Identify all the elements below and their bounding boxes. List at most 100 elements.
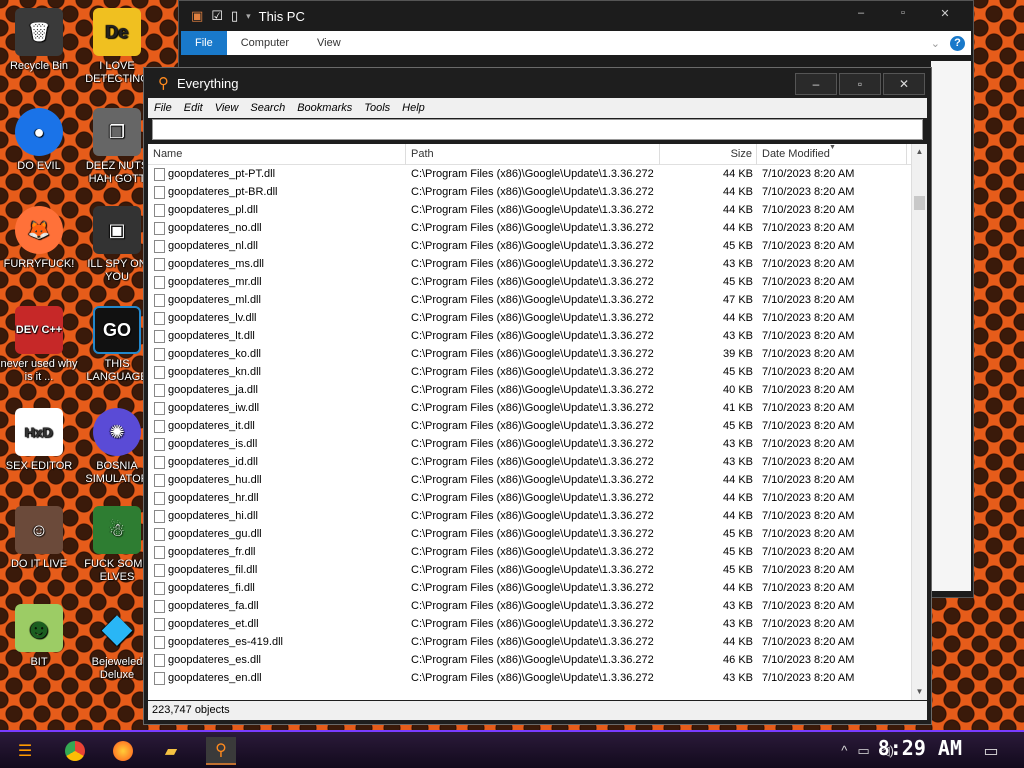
table-row[interactable]: goopdateres_pt-BR.dll C:\Program Files (x… — [148, 183, 927, 201]
cell-path: C:\Program Files (x86)\Google\Update\1.3… — [411, 492, 654, 504]
start-icon[interactable]: ☰ — [10, 737, 40, 765]
cell-name: goopdateres_hu.dll — [168, 474, 262, 486]
table-row[interactable]: goopdateres_fr.dll C:\Program Files (x86)… — [148, 543, 927, 561]
network-icon[interactable]: ▭ — [857, 743, 869, 759]
table-row[interactable]: goopdateres_lv.dll C:\Program Files (x86)… — [148, 309, 927, 327]
table-row[interactable]: goopdateres_it.dll C:\Program Files (x86)… — [148, 417, 927, 435]
menu-tools[interactable]: Tools — [358, 102, 396, 114]
dll-file-icon — [154, 204, 165, 217]
table-row[interactable]: goopdateres_fil.dll C:\Program Files (x86… — [148, 561, 927, 579]
close-button[interactable]: ✕ — [883, 73, 925, 95]
firefox-icon[interactable] — [108, 737, 138, 765]
table-row[interactable]: goopdateres_ms.dll C:\Program Files (x86)… — [148, 255, 927, 273]
desktop-icon-do-it-live[interactable]: ☺ DO IT LIVE — [0, 506, 78, 571]
cell-name: goopdateres_is.dll — [168, 438, 258, 450]
column-header-date-modified[interactable]: Date Modified ▼ — [757, 144, 907, 165]
table-row[interactable]: goopdateres_no.dll C:\Program Files (x86)… — [148, 219, 927, 237]
table-row[interactable]: goopdateres_es.dll C:\Program Files (x86)… — [148, 651, 927, 669]
menu-file[interactable]: File — [148, 102, 178, 114]
tab-file[interactable]: File — [181, 31, 227, 55]
cell-path: C:\Program Files (x86)\Google\Update\1.3… — [411, 168, 654, 180]
chevron-up-icon[interactable]: ^ — [841, 743, 847, 759]
chevron-down-icon[interactable]: ⌄ — [931, 37, 950, 50]
desktop-icon-firefox[interactable]: 🦊 FURRYFUCK! — [0, 206, 78, 271]
table-row[interactable]: goopdateres_en.dll C:\Program Files (x86)… — [148, 669, 927, 687]
file-explorer-icon[interactable]: ▰ — [156, 737, 186, 765]
cell-size: 44 KB — [723, 204, 753, 216]
scroll-down-arrow-icon[interactable]: ▼ — [912, 684, 927, 700]
desktop-icon-label: Recycle Bin — [9, 60, 69, 72]
chrome-icon: ● — [15, 108, 63, 156]
desktop-icon-label: BIT — [30, 656, 48, 668]
cell-size: 45 KB — [723, 240, 753, 252]
table-row[interactable]: goopdateres_hr.dll C:\Program Files (x86)… — [148, 489, 927, 507]
clock[interactable]: 8:29 AM — [878, 736, 962, 760]
table-row[interactable]: goopdateres_hu.dll C:\Program Files (x86)… — [148, 471, 927, 489]
menu-help[interactable]: Help — [396, 102, 431, 114]
menu-bookmarks[interactable]: Bookmarks — [291, 102, 358, 114]
properties-icon[interactable]: ☑ — [211, 8, 223, 24]
new-folder-icon[interactable]: ▯ — [231, 8, 238, 24]
table-row[interactable]: goopdateres_pt-PT.dll C:\Program Files (x… — [148, 165, 927, 183]
table-row[interactable]: goopdateres_kn.dll C:\Program Files (x86)… — [148, 363, 927, 381]
table-row[interactable]: goopdateres_id.dll C:\Program Files (x86)… — [148, 453, 927, 471]
dll-file-icon — [154, 366, 165, 379]
column-header-path[interactable]: Path — [406, 144, 660, 165]
table-row[interactable]: goopdateres_iw.dll C:\Program Files (x86)… — [148, 399, 927, 417]
cell-date-modified: 7/10/2023 8:20 AM — [762, 654, 855, 666]
table-row[interactable]: goopdateres_hi.dll C:\Program Files (x86)… — [148, 507, 927, 525]
desktop-icon-chrome[interactable]: ● DO EVIL — [0, 108, 78, 173]
quick-access-icon[interactable]: ▣ — [191, 8, 203, 24]
portrait-icon: ☺ — [15, 506, 63, 554]
column-header-size[interactable]: Size — [660, 144, 757, 165]
table-row[interactable]: goopdateres_mr.dll C:\Program Files (x86)… — [148, 273, 927, 291]
desktop-icon-devcpp[interactable]: DEV C++ never used why is it ... — [0, 306, 78, 384]
column-header-row: Name Path Size Date Modified ▼ — [148, 144, 927, 165]
explorer-close-button[interactable]: ✕ — [925, 7, 965, 27]
cell-name: goopdateres_fa.dll — [168, 600, 259, 612]
table-row[interactable]: goopdateres_ko.dll C:\Program Files (x86)… — [148, 345, 927, 363]
table-row[interactable]: goopdateres_nl.dll C:\Program Files (x86)… — [148, 237, 927, 255]
table-row[interactable]: goopdateres_fi.dll C:\Program Files (x86)… — [148, 579, 927, 597]
cell-name: goopdateres_en.dll — [168, 672, 262, 684]
table-row[interactable]: goopdateres_is.dll C:\Program Files (x86)… — [148, 435, 927, 453]
explorer-minimize-button[interactable]: – — [841, 7, 881, 27]
table-row[interactable]: goopdateres_fa.dll C:\Program Files (x86)… — [148, 597, 927, 615]
maximize-button[interactable]: ▫ — [839, 73, 881, 95]
desktop-icon-recycle-bin[interactable]: 🗑 Recycle Bin — [0, 8, 78, 73]
chevron-down-icon[interactable]: ▾ — [246, 11, 251, 22]
dll-file-icon — [154, 186, 165, 199]
everything-search-icon[interactable]: ⚲ — [206, 737, 236, 765]
chrome-icon[interactable] — [60, 737, 90, 765]
table-row[interactable]: goopdateres_ml.dll C:\Program Files (x86)… — [148, 291, 927, 309]
scrollbar-thumb[interactable] — [914, 196, 925, 210]
menu-edit[interactable]: Edit — [178, 102, 209, 114]
help-icon[interactable]: ? — [950, 35, 965, 51]
desktop-icon-hxd[interactable]: HxD SEX EDITOR — [0, 408, 78, 473]
magnifier-icon: ⚲ — [158, 75, 169, 92]
vertical-scrollbar[interactable]: ▲ ▼ — [911, 144, 927, 700]
tab-view[interactable]: View — [303, 31, 355, 55]
table-row[interactable]: goopdateres_et.dll C:\Program Files (x86)… — [148, 615, 927, 633]
cell-date-modified: 7/10/2023 8:20 AM — [762, 204, 855, 216]
tab-computer[interactable]: Computer — [227, 31, 303, 55]
monitor-app-icon: ▣ — [93, 206, 141, 254]
dll-file-icon — [154, 168, 165, 181]
menu-search[interactable]: Search — [244, 102, 291, 114]
menu-view[interactable]: View — [209, 102, 245, 114]
column-header-name[interactable]: Name — [148, 144, 406, 165]
table-row[interactable]: goopdateres_pl.dll C:\Program Files (x86)… — [148, 201, 927, 219]
dll-file-icon — [154, 312, 165, 325]
table-row[interactable]: goopdateres_gu.dll C:\Program Files (x86)… — [148, 525, 927, 543]
notification-icon[interactable]: ▭ — [976, 737, 1006, 765]
explorer-maximize-button[interactable]: ▫ — [883, 7, 923, 27]
cell-name: goopdateres_ms.dll — [168, 258, 265, 270]
table-row[interactable]: goopdateres_lt.dll C:\Program Files (x86)… — [148, 327, 927, 345]
search-input[interactable] — [152, 119, 923, 140]
desktop-icon-bit[interactable]: ☻ BIT — [0, 604, 78, 669]
table-row[interactable]: goopdateres_es-419.dll C:\Program Files (… — [148, 633, 927, 651]
scroll-up-arrow-icon[interactable]: ▲ — [912, 144, 927, 160]
cell-date-modified: 7/10/2023 8:20 AM — [762, 528, 855, 540]
table-row[interactable]: goopdateres_ja.dll C:\Program Files (x86)… — [148, 381, 927, 399]
minimize-button[interactable]: – — [795, 73, 837, 95]
